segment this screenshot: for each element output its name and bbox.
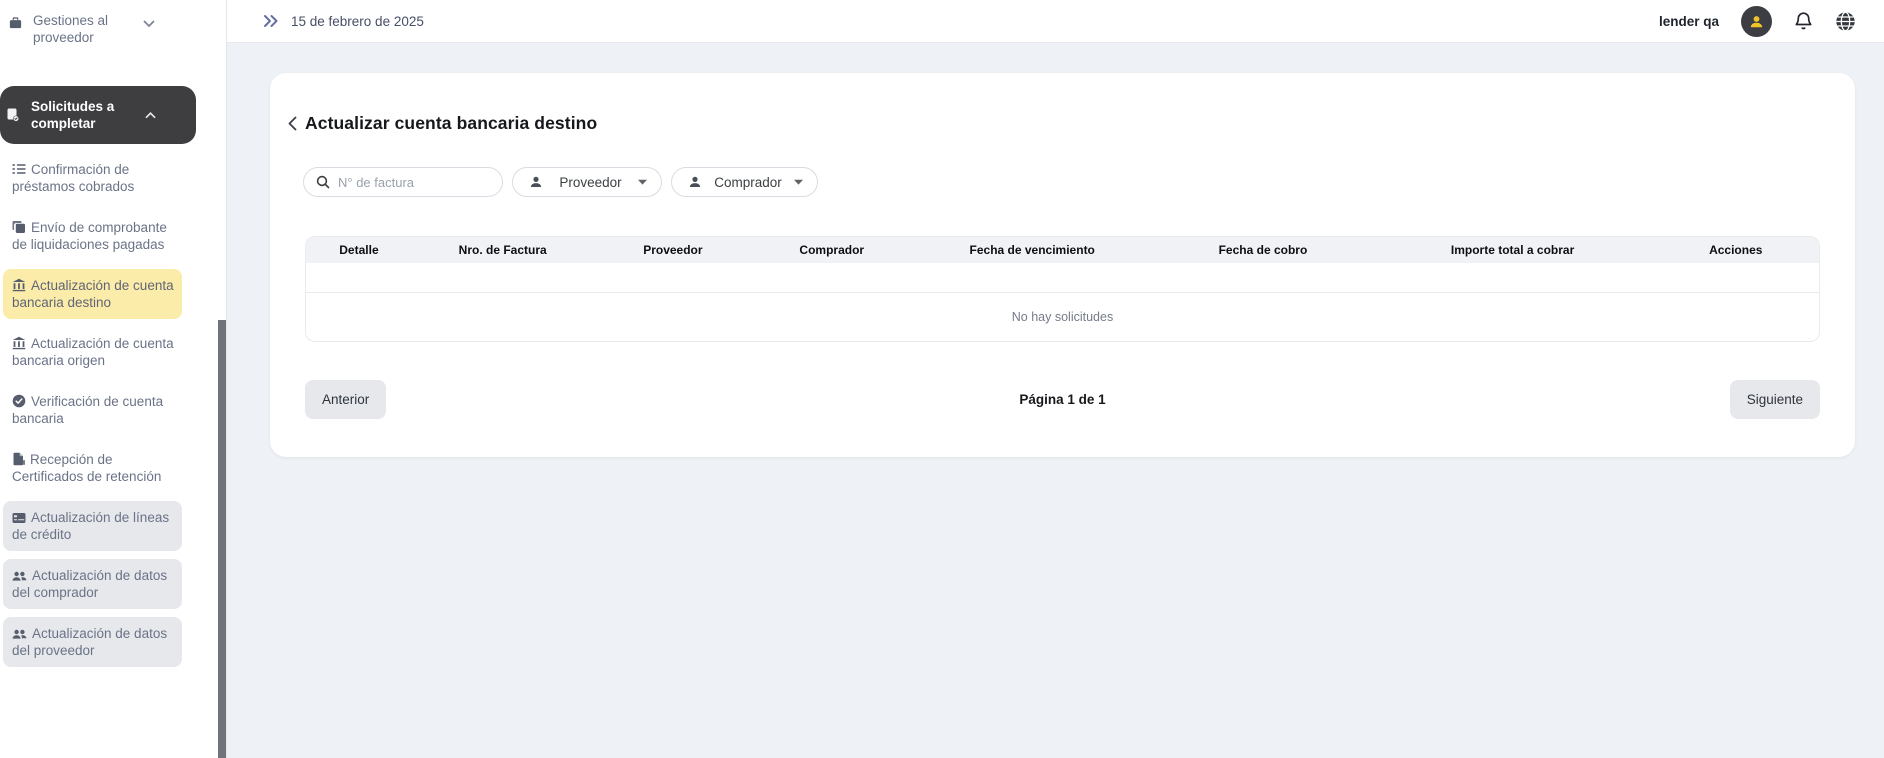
dropdown-label: Comprador (712, 175, 784, 190)
sidebar-section-gestiones[interactable]: Gestiones al proveedor (0, 0, 226, 46)
person-icon (1748, 13, 1765, 30)
users-icon (12, 570, 27, 582)
sidebar-item-label: Recepción de Certificados de retención (12, 452, 161, 484)
caret-down-icon (794, 179, 803, 185)
sidebar-item-label: Verificación de cuenta bancaria (12, 394, 163, 426)
sidebar-section-solicitudes[interactable]: Solicitudes a completar (0, 86, 196, 144)
empty-state-message: No hay solicitudes (306, 292, 1819, 341)
column-header-importe-total: Importe total a cobrar (1373, 237, 1653, 263)
title-row: Actualizar cuenta bancaria destino (305, 113, 1820, 134)
sidebar-item-verificacion-cuenta[interactable]: Verificación de cuenta bancaria (3, 385, 182, 435)
avatar[interactable] (1741, 6, 1772, 37)
invoice-search-input[interactable] (338, 175, 492, 190)
notifications-button[interactable] (1794, 11, 1813, 31)
page-status: Página 1 de 1 (305, 392, 1820, 407)
user-icon (688, 175, 702, 189)
topbar: 15 de febrero de 2025 lender qa (227, 0, 1884, 43)
next-page-button[interactable]: Siguiente (1730, 380, 1820, 419)
sidebar-submenu: Confirmación de préstamos cobrados Envío… (0, 153, 226, 667)
content-card: Actualizar cuenta bancaria destino Prove… (270, 73, 1855, 457)
current-date: 15 de febrero de 2025 (291, 14, 424, 29)
table-row (306, 263, 1819, 292)
copy-document-icon (12, 220, 26, 234)
sidebar-item-label: Envío de comprobante de liquidaciones pa… (12, 220, 167, 252)
sidebar-item-act-cuenta-origen[interactable]: Actualización de cuenta bancaria origen (3, 327, 182, 377)
sidebar-item-act-cuenta-destino[interactable]: Actualización de cuenta bancaria destino (3, 269, 182, 319)
sidebar-section-label: Solicitudes a completar (31, 98, 145, 132)
chevron-left-icon (288, 116, 297, 131)
main-content: Actualizar cuenta bancaria destino Prove… (227, 43, 1884, 758)
checklist-icon (12, 162, 26, 176)
search-icon (316, 175, 330, 189)
back-button[interactable] (288, 116, 297, 131)
briefcase-icon (8, 15, 23, 30)
column-header-fecha-vencimiento: Fecha de vencimiento (911, 237, 1153, 263)
user-icon (529, 175, 543, 189)
dropdown-label: Proveedor (553, 175, 628, 190)
language-button[interactable] (1835, 11, 1856, 32)
prev-page-button[interactable]: Anterior (305, 380, 386, 419)
pagination: Anterior Página 1 de 1 Siguiente (305, 380, 1820, 419)
sidebar-item-label: Confirmación de préstamos cobrados (12, 162, 134, 194)
comprador-filter-dropdown[interactable]: Comprador (671, 167, 818, 197)
chevron-up-icon (145, 111, 156, 119)
sidebar-item-act-datos-proveedor[interactable]: Actualización de datos del proveedor (3, 617, 182, 667)
sidebar-item-recepcion-certificados[interactable]: Recepción de Certificados de retención (3, 443, 182, 493)
check-circle-icon (12, 394, 26, 408)
sidebar-item-label: Actualización de cuenta bancaria destino (12, 278, 174, 310)
bell-icon (1794, 11, 1813, 31)
users-icon (12, 628, 27, 640)
credit-card-icon (12, 512, 26, 524)
sidebar-section-label: Gestiones al proveedor (33, 12, 143, 46)
sidebar-item-label: Actualización de datos del proveedor (12, 626, 167, 658)
requests-table: Detalle Nro. de Factura Proveedor Compra… (305, 236, 1820, 342)
sidebar-collapse-button[interactable] (263, 14, 279, 28)
bank-icon (12, 336, 26, 350)
sidebar-item-label: Actualización de líneas de crédito (12, 510, 169, 542)
empty-state-row: No hay solicitudes (306, 292, 1819, 341)
sidebar-scrollbar[interactable] (218, 320, 226, 758)
filters-row: Proveedor Comprador (303, 167, 1820, 197)
bank-icon (12, 278, 26, 292)
proveedor-filter-dropdown[interactable]: Proveedor (512, 167, 662, 197)
column-header-proveedor: Proveedor (593, 237, 752, 263)
caret-down-icon (638, 179, 647, 185)
clipboard-check-icon (4, 106, 22, 124)
chevron-down-icon (143, 20, 155, 28)
sidebar-item-label: Actualización de cuenta bancaria origen (12, 336, 174, 368)
sidebar-item-envio-comprobante[interactable]: Envío de comprobante de liquidaciones pa… (3, 211, 182, 261)
column-header-nro-factura: Nro. de Factura (412, 237, 594, 263)
sidebar-item-confirmacion-prestamos[interactable]: Confirmación de préstamos cobrados (3, 153, 182, 203)
document-icon (12, 452, 25, 466)
column-header-fecha-cobro: Fecha de cobro (1153, 237, 1372, 263)
invoice-search-field[interactable] (303, 167, 503, 197)
column-header-acciones: Acciones (1653, 237, 1819, 263)
table-header-row: Detalle Nro. de Factura Proveedor Compra… (306, 237, 1819, 263)
page-title: Actualizar cuenta bancaria destino (305, 113, 597, 134)
topbar-user-area: lender qa (1659, 6, 1856, 37)
sidebar-item-label: Actualización de datos del comprador (12, 568, 167, 600)
globe-icon (1835, 11, 1856, 32)
sidebar-item-act-datos-comprador[interactable]: Actualización de datos del comprador (3, 559, 182, 609)
column-header-comprador: Comprador (752, 237, 911, 263)
sidebar: Gestiones al proveedor Solicitudes a com… (0, 0, 227, 758)
double-chevron-right-icon (263, 14, 279, 28)
user-name: lender qa (1659, 14, 1719, 29)
app-window: Gestiones al proveedor Solicitudes a com… (0, 0, 1884, 758)
column-header-detalle: Detalle (306, 237, 412, 263)
sidebar-item-act-lineas-credito[interactable]: Actualización de líneas de crédito (3, 501, 182, 551)
